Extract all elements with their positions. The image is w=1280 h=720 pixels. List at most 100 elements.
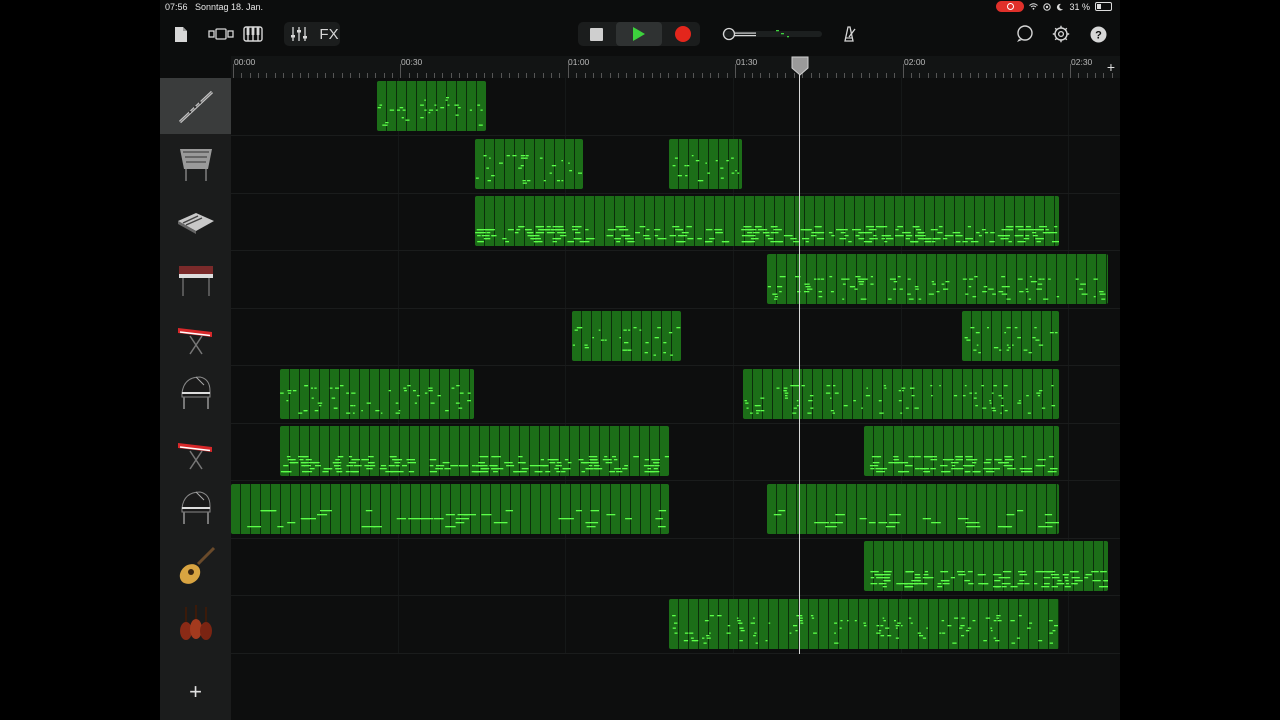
ruler-tick (567, 64, 569, 78)
midi-notes (672, 154, 740, 181)
ruler-label: 00:30 (401, 57, 423, 67)
battery-percent: 31 % (1069, 1, 1090, 12)
add-section-button[interactable]: + (1103, 59, 1119, 75)
midi-region[interactable] (669, 598, 1059, 649)
timeline-ruler[interactable]: 00:00 00:30 01:00 01:30 02:00 02:30 (231, 56, 1120, 79)
midi-notes (377, 97, 483, 126)
metronome-icon[interactable] (838, 24, 860, 44)
grand-piano-icon (181, 491, 210, 524)
mixer-icon[interactable] (288, 24, 310, 44)
midi-notes (475, 154, 582, 184)
app-window: 07:56 Sonntag 18. Jan. 31 % FX ? 00:00 0… (160, 0, 1120, 720)
ruler-tick (400, 64, 402, 78)
midi-notes (280, 384, 471, 414)
midi-notes (869, 456, 1058, 473)
ruler-label: 00:00 (234, 57, 256, 67)
track-lane[interactable] (231, 538, 1120, 596)
midi-notes (870, 571, 1108, 588)
playhead-handle[interactable] (790, 56, 810, 76)
electric-piano-icon (178, 266, 213, 296)
play-button[interactable] (616, 22, 662, 46)
play-icon (633, 27, 645, 41)
loop-browser-icon[interactable] (1014, 24, 1036, 44)
keyboard-icon[interactable] (242, 24, 264, 44)
red-keyboard-icon (177, 443, 212, 470)
toolbar: FX ? (160, 14, 1120, 56)
track-header-red-keyboard-2[interactable] (160, 423, 231, 479)
vibraphone-icon (179, 149, 212, 181)
track-lane[interactable] (231, 366, 1120, 424)
ruler-label: 01:00 (568, 57, 590, 67)
track-header-red-keyboard-1[interactable] (160, 308, 231, 364)
midi-region[interactable] (864, 426, 1059, 476)
flute-icon (178, 90, 213, 124)
midi-region[interactable] (743, 368, 1059, 419)
synth-keyboard-icon (177, 213, 214, 234)
track-lane[interactable] (231, 423, 1120, 481)
track-header-acoustic-guitar[interactable] (160, 538, 231, 594)
midi-region[interactable] (669, 138, 742, 189)
moon-icon (1057, 3, 1064, 11)
track-lane[interactable] (231, 308, 1120, 366)
midi-region[interactable] (572, 311, 681, 361)
midi-notes (280, 456, 669, 473)
stop-button[interactable] (584, 24, 608, 44)
add-track-button[interactable]: + (182, 678, 209, 705)
ruler-tick (1070, 64, 1071, 78)
track-lane[interactable] (231, 481, 1120, 539)
tracks-view-icon[interactable] (208, 24, 236, 44)
grand-piano-icon (181, 376, 210, 409)
screen-recording-icon (996, 1, 1025, 12)
tracks-area[interactable] (231, 78, 1120, 720)
track-header-grand-piano-2[interactable] (160, 480, 231, 536)
midi-region[interactable] (231, 483, 669, 534)
svg-text:?: ? (1095, 29, 1102, 41)
master-volume-slider[interactable] (720, 24, 825, 44)
midi-notes (247, 509, 667, 527)
midi-notes (964, 327, 1058, 354)
track-lane[interactable] (231, 251, 1120, 309)
help-icon[interactable]: ? (1087, 24, 1109, 44)
midi-region[interactable] (962, 311, 1059, 361)
midi-region[interactable] (475, 138, 583, 189)
status-icons: 31 % (996, 1, 1112, 12)
track-header-electric-piano[interactable] (160, 250, 231, 306)
playhead-line (799, 66, 800, 654)
record-icon (675, 26, 691, 42)
battery-icon (1095, 2, 1112, 11)
track-lane[interactable] (231, 136, 1120, 194)
midi-notes (744, 384, 1056, 414)
track-header-flute[interactable] (160, 78, 231, 134)
ruler-tick (902, 64, 904, 78)
track-header-vibraphone[interactable] (160, 135, 231, 191)
red-keyboard-icon (177, 328, 212, 355)
acoustic-guitar-icon (179, 546, 215, 584)
midi-notes (767, 275, 1106, 300)
midi-region[interactable] (864, 541, 1108, 591)
track-header-grand-piano-1[interactable] (160, 365, 231, 421)
track-lane[interactable] (231, 193, 1120, 251)
stop-icon (589, 27, 603, 41)
settings-gear-icon[interactable] (1050, 24, 1072, 44)
status-date: Sonntag 18. Jan. (195, 2, 264, 12)
document-icon[interactable] (172, 24, 190, 44)
track-header-strings[interactable] (160, 595, 231, 651)
location-icon (1043, 2, 1052, 11)
midi-region[interactable] (475, 196, 1059, 246)
track-header-synth[interactable] (160, 193, 231, 249)
ruler-tick (233, 64, 234, 78)
ruler-label: 02:30 (1071, 57, 1093, 67)
midi-region[interactable] (767, 253, 1108, 304)
fx-button[interactable]: FX (315, 24, 343, 44)
wifi-icon (1029, 3, 1039, 10)
ruler-tick (735, 64, 737, 78)
track-lane[interactable] (231, 596, 1120, 654)
record-button[interactable] (671, 24, 695, 44)
strings-icon (179, 605, 212, 640)
midi-region[interactable] (280, 368, 474, 419)
track-lane[interactable] (231, 78, 1120, 136)
midi-region[interactable] (280, 426, 669, 476)
midi-region[interactable] (767, 483, 1059, 534)
status-time: 07:56 (165, 2, 188, 12)
midi-region[interactable] (377, 81, 486, 131)
